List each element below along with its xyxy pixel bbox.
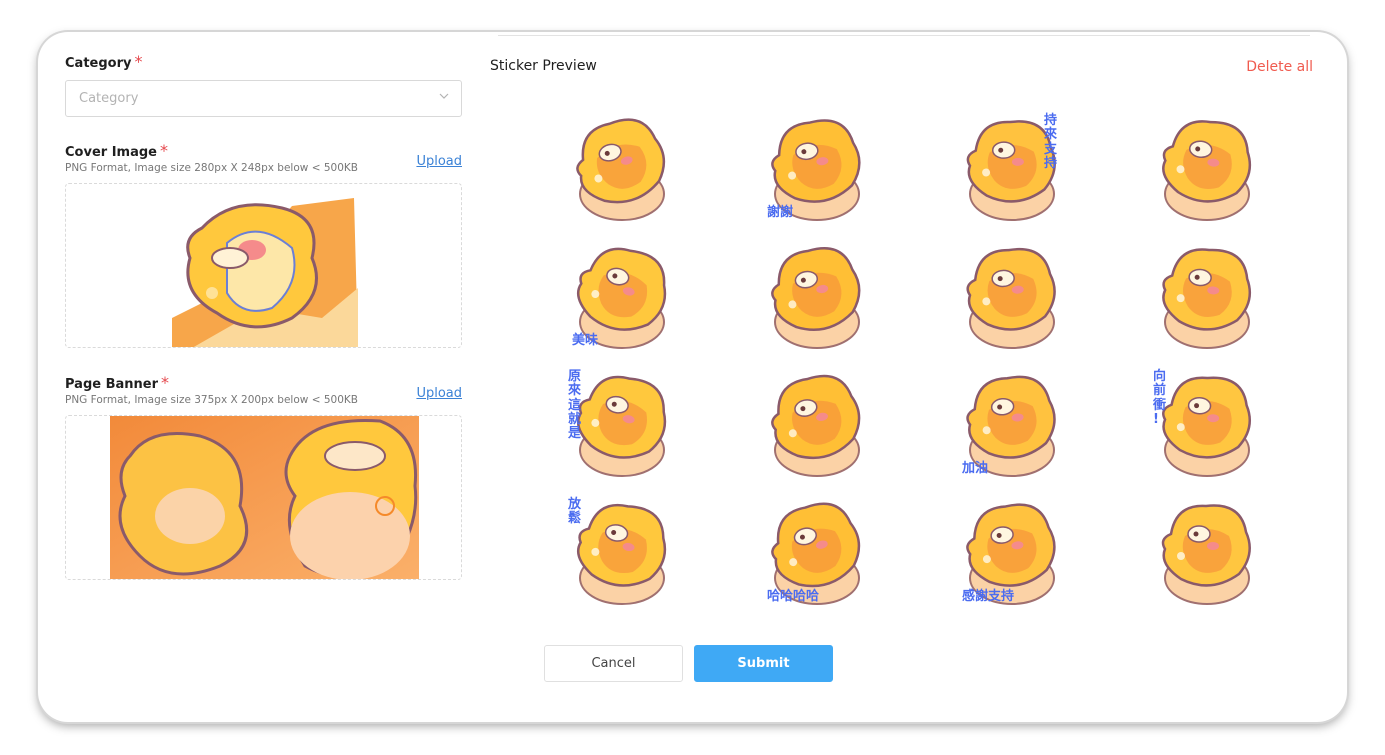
sticker-caption: 放 鬆 [568,497,582,527]
submit-button[interactable]: Submit [694,645,833,682]
sticker-image [966,247,1056,349]
sticker-caption: 持 來 支 持 [1044,113,1058,171]
cover-image-dropzone[interactable] [65,183,462,348]
cover-upload-link[interactable]: Upload [416,154,462,169]
page-banner-preview [110,416,419,579]
sticker-caption: 謝謝 [767,204,794,220]
sticker-caption: 感謝支持 [962,588,1015,604]
sticker-image [577,375,667,477]
cover-image-section: Cover Image * PNG Format, Image size 280p… [65,141,462,348]
divider [498,35,1310,36]
sticker-image [577,504,667,605]
required-mark: * [161,373,170,392]
sticker-item[interactable] [1151,238,1263,352]
sticker-image [771,247,861,349]
sticker-item[interactable] [566,110,678,224]
sticker-item[interactable]: 持 來 支 持 [956,110,1068,224]
required-mark: * [159,141,168,160]
sticker-item[interactable]: 感謝支持 [956,494,1068,608]
cover-image-preview [172,198,358,347]
sticker-item[interactable]: 謝謝 [761,110,873,224]
cancel-button[interactable]: Cancel [544,645,683,682]
sticker-preview-title: Sticker Preview [490,58,597,74]
sticker-item[interactable]: 加油 [956,366,1068,480]
sticker-item[interactable] [761,238,873,352]
sticker-item[interactable]: 哈哈哈哈 [761,494,873,608]
sticker-item[interactable] [1151,110,1263,224]
page-banner-hint: PNG Format, Image size 375px X 200px bel… [65,394,358,406]
delete-all-button[interactable]: Delete all [1246,59,1313,75]
sticker-caption: 加油 [962,460,989,476]
page-banner-section: Page Banner * PNG Format, Image size 375p… [65,373,462,580]
sticker-image [1162,248,1251,349]
page-banner-label: Page Banner [65,377,159,392]
banner-upload-link[interactable]: Upload [416,386,462,401]
sticker-image [1161,504,1251,605]
sticker-image [1162,120,1252,221]
sticker-caption: 哈哈哈哈 [767,588,820,604]
left-column: Category * Category Cover Image * PNG Form… [65,52,462,580]
sticker-grid: 謝謝 持 來 支 持美味原 來 這 就 是加油 向 前 衝 ! 放 鬆哈哈哈哈 感謝支持 [566,110,1263,608]
sticker-item[interactable] [956,238,1068,352]
chevron-down-icon [439,93,449,99]
sticker-caption: 原 來 這 就 是 [568,369,582,442]
sticker-item[interactable]: 向 前 衝 ! [1151,366,1263,480]
sticker-item[interactable]: 原 來 這 就 是 [566,366,678,480]
form-panel: Category * Category Cover Image * PNG Form… [38,32,1347,722]
sticker-image [771,374,861,477]
cover-image-label: Cover Image [65,145,157,160]
sticker-caption: 向 前 衝 ! [1153,369,1167,427]
sticker-image [576,118,666,221]
sticker-caption: 美味 [572,332,599,348]
sticker-item[interactable] [761,366,873,480]
page-banner-dropzone[interactable] [65,415,462,580]
sticker-item[interactable] [1151,494,1263,608]
sticker-item[interactable]: 美味 [566,238,678,352]
form-actions: Cancel Submit [544,645,833,682]
sticker-image [1162,376,1251,477]
sticker-preview-panel: Sticker Preview Delete all 謝謝 持 來 支 持美味原 … [490,58,1313,605]
category-label: Category * [65,52,143,71]
required-mark: * [134,52,143,71]
cover-image-hint: PNG Format, Image size 280px X 248px bel… [65,162,358,174]
sticker-item[interactable]: 放 鬆 [566,494,678,608]
category-placeholder: Category [79,91,139,106]
category-select[interactable]: Category [65,80,462,117]
